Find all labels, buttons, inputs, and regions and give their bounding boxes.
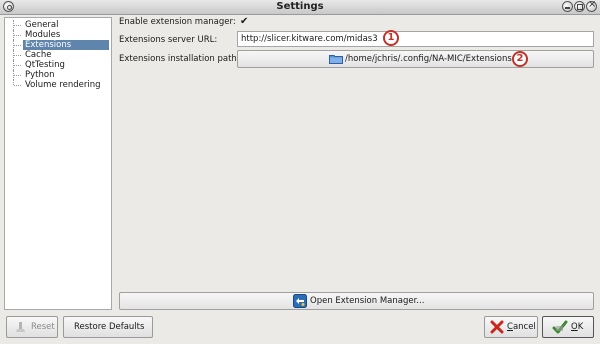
open-extension-manager-label: Open Extension Manager... — [310, 296, 425, 306]
ok-icon — [552, 320, 568, 334]
sidebar-item-extensions[interactable]: Extensions — [7, 40, 109, 50]
tree-branch-line — [13, 60, 23, 70]
cancel-button[interactable]: Cancel — [484, 316, 538, 338]
sidebar-item-cache[interactable]: Cache — [7, 50, 109, 60]
sidebar-item-qttesting[interactable]: QtTesting — [7, 60, 109, 70]
tree-branch-line — [13, 20, 23, 30]
title-bar: Settings — [0, 0, 600, 15]
ok-button[interactable]: OK — [542, 316, 594, 338]
install-path-button[interactable]: /home/jchris/.config/NA-MIC/Extensions — [237, 50, 594, 68]
tree-branch-line — [13, 70, 23, 80]
restore-defaults-button[interactable]: Restore Defaults — [63, 316, 153, 338]
cancel-icon — [490, 320, 504, 334]
sidebar-item-volume-rendering[interactable]: Volume rendering — [7, 80, 109, 90]
ok-label: OK — [571, 322, 583, 332]
cancel-label-rest: ancel — [512, 322, 536, 332]
folder-icon — [329, 55, 343, 64]
settings-category-tree[interactable]: General Modules Extensions Cache QtTesti… — [4, 17, 112, 310]
callout-badge-2: 2 — [512, 51, 528, 67]
sidebar-item-python[interactable]: Python — [7, 70, 109, 80]
ok-label-rest: K — [577, 322, 584, 332]
enable-extension-manager-label: Enable extension manager: — [119, 17, 236, 27]
ok-mnemonic: O — [571, 322, 578, 332]
sidebar-item-label: Python — [25, 70, 55, 80]
tree-branch-line — [13, 80, 23, 90]
minimize-button[interactable] — [562, 1, 573, 12]
server-url-label: Extensions server URL: — [119, 35, 218, 45]
server-url-input[interactable] — [237, 31, 594, 47]
close-button[interactable] — [586, 0, 597, 12]
callout-badge-1: 1 — [383, 30, 399, 46]
tree-branch-line — [13, 40, 23, 50]
tree-branch-line — [13, 50, 23, 60]
sidebar-item-general[interactable]: General — [7, 20, 109, 30]
extension-manager-icon — [293, 294, 307, 308]
restore-defaults-label: Restore Defaults — [74, 322, 145, 332]
cancel-label: Cancel — [507, 322, 536, 332]
sidebar-item-label: Cache — [25, 50, 52, 60]
maximize-button[interactable] — [574, 1, 585, 12]
sidebar-item-label: General — [25, 20, 59, 30]
install-path-label: Extensions installation path: — [119, 54, 240, 64]
open-extension-manager-button[interactable]: Open Extension Manager... — [119, 292, 594, 310]
sidebar-item-label: Modules — [25, 30, 61, 40]
sidebar-item-label: Volume rendering — [25, 80, 101, 90]
enable-extension-manager-checkbox[interactable]: ✔ — [240, 17, 250, 27]
sidebar-item-label: QtTesting — [25, 60, 65, 70]
reset-icon — [16, 322, 25, 332]
reset-label: Reset — [31, 322, 55, 332]
window-title: Settings — [276, 1, 324, 12]
sidebar-item-modules[interactable]: Modules — [7, 30, 109, 40]
sidebar-item-label: Extensions — [23, 40, 109, 50]
reset-button[interactable]: Reset — [6, 316, 58, 338]
tree-branch-line — [13, 30, 23, 40]
install-path-value: /home/jchris/.config/NA-MIC/Extensions — [345, 54, 512, 64]
